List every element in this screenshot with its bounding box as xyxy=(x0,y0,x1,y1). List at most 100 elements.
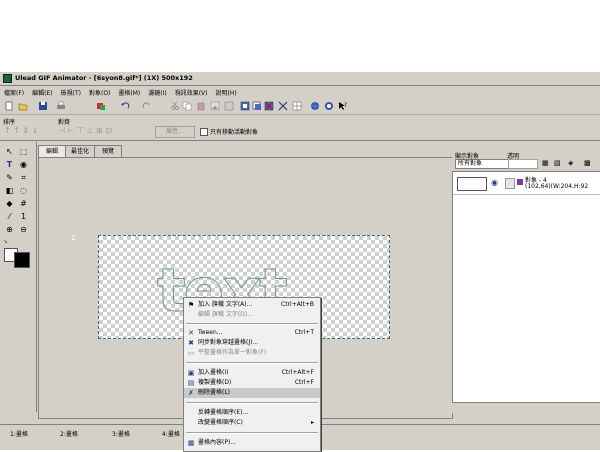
grid-icon[interactable] xyxy=(292,101,302,111)
frame-add-icon[interactable] xyxy=(240,101,250,111)
grid-tool-icon[interactable]: # xyxy=(18,198,29,209)
menu-filter[interactable]: 濾鏡(I) xyxy=(144,86,170,99)
frame-tab-2[interactable]: 2:畫格 xyxy=(60,429,78,439)
swap-colors-icon[interactable]: ↘ xyxy=(3,238,11,245)
eye-tool-icon[interactable]: ◉ xyxy=(18,159,29,170)
tool-panel: ↖ ⬚ T ◉ ✎ ⌗ ◧ ◌ ◆ # ⁄ 1 ⊕ ⊖ ↘ xyxy=(0,142,37,412)
object-list: ◉ 對象 - 4 (102,64)(W:204,H:92 xyxy=(452,171,600,403)
fill-tool-icon[interactable]: ◆ xyxy=(4,198,15,209)
align-label: 對齊 xyxy=(58,119,71,126)
order-buttons[interactable]: ↑ ↑ ↕ ↓ xyxy=(4,126,44,136)
menu-item-frame-properties[interactable]: ▦ 畫格內容(P)... xyxy=(184,438,320,448)
print-icon[interactable] xyxy=(56,101,66,111)
undo-icon[interactable] xyxy=(120,101,130,111)
lasso-tool-icon[interactable]: ◌ xyxy=(18,185,29,196)
context-menu: ⚑ 加入 旗幟 文字(A)... Ctrl+Alt+B 編輯 旗幟 文字(D)..… xyxy=(183,297,321,452)
eraser-tool-icon[interactable]: ◧ xyxy=(4,185,15,196)
menu-file[interactable]: 檔案(F) xyxy=(0,86,28,99)
menu-item-duplicate-frame[interactable]: ▤ 複製畫格(D) Ctrl+F xyxy=(184,378,320,388)
app-icon xyxy=(3,74,12,83)
save-icon[interactable] xyxy=(38,101,48,111)
add-frame-icon: ▣ xyxy=(187,369,195,377)
copy-icon[interactable] xyxy=(182,101,192,111)
frame-tab-1[interactable]: 1:畫格 xyxy=(10,429,28,439)
pointer-tool-icon[interactable]: ↖ xyxy=(4,146,15,157)
zoom-out-icon[interactable]: ⊖ xyxy=(18,224,29,235)
image-icon[interactable] xyxy=(210,101,220,111)
foreground-color-swatch[interactable] xyxy=(14,252,30,268)
menu-item-tween[interactable]: ✕ Tween... Ctrl+T xyxy=(184,328,320,338)
only-move-active-label: 只有移動活動對象 xyxy=(210,129,259,136)
menu-item-flatten-frame[interactable]: ▭ 平整畫格作為單一對象(F) xyxy=(184,348,320,358)
text-tool-icon[interactable]: T xyxy=(4,159,15,170)
open-folder-icon[interactable] xyxy=(18,101,28,111)
menu-separator xyxy=(186,402,318,404)
menu-edit[interactable]: 編輯(E) xyxy=(28,86,56,99)
object-color-marker xyxy=(517,179,523,185)
redo-icon[interactable] xyxy=(142,101,152,111)
delete-frame-icon: ✗ xyxy=(188,389,194,397)
tab-optimize[interactable]: 最佳化 xyxy=(65,145,95,157)
frame-properties-icon: ▦ xyxy=(187,439,195,447)
brush-tool-icon[interactable]: ✎ xyxy=(4,172,15,183)
title-bar: Ulead GIF Animator - [6syon8.gif*] (1X) … xyxy=(0,72,600,86)
panel-icon-2[interactable]: ▧ xyxy=(554,159,562,167)
only-move-active-checkbox[interactable] xyxy=(200,128,208,136)
frame-tab-3[interactable]: 3:畫格 xyxy=(112,429,130,439)
left-marker: 2 xyxy=(71,234,76,242)
tween-icon[interactable] xyxy=(278,101,288,111)
align-buttons[interactable]: ⊣ ⊢ ⊤ ⊥ ⊞ ⊡ xyxy=(58,126,148,136)
menu-item-change-frame-order[interactable]: 改變畫格順序(C) ▸ xyxy=(184,418,320,428)
duplicate-frame-icon: ▤ xyxy=(187,379,195,387)
menu-object[interactable]: 對象(O) xyxy=(85,86,114,99)
panel-icon-1[interactable]: ▦ xyxy=(542,159,550,167)
order-label: 排序 xyxy=(3,119,16,126)
menu-item-add-banner-text[interactable]: ⚑ 加入 旗幟 文字(A)... Ctrl+Alt+B xyxy=(184,300,320,310)
select-tool-icon[interactable]: ⬚ xyxy=(18,146,29,157)
globe-icon[interactable] xyxy=(310,101,320,111)
window-title: Ulead GIF Animator - [6syon8.gif*] (1X) … xyxy=(15,74,193,82)
frame-delete-icon[interactable] xyxy=(264,101,274,111)
submenu-arrow-icon: ▸ xyxy=(310,419,314,426)
menu-item-delete-frame[interactable]: ✗ 刪除畫格(L) xyxy=(184,388,320,398)
cut-icon[interactable] xyxy=(170,101,180,111)
tab-preview[interactable]: 預覽 xyxy=(94,145,122,157)
menu-help[interactable]: 說明(H) xyxy=(212,86,241,99)
new-file-icon[interactable] xyxy=(4,101,14,111)
menu-separator xyxy=(186,432,318,434)
object-thumbnail xyxy=(457,177,487,191)
attribute-toolbar: 排序 對齊 ↑ ↑ ↕ ↓ ⊣ ⊢ ⊤ ⊥ ⊞ ⊡ 屬性... 只有移動活動對象 xyxy=(0,116,600,141)
menu-item-reverse-frame-order[interactable]: 反轉畫格順序(E)... xyxy=(184,408,320,418)
help-pointer-icon[interactable]: ? xyxy=(338,101,348,111)
menu-item-add-frame[interactable]: ▣ 加入畫格(I) Ctrl+Alt+F xyxy=(184,368,320,378)
color-tool-icon[interactable] xyxy=(96,101,106,111)
panel-icon-4[interactable]: ▩ xyxy=(584,159,592,167)
menu-item-sync-objects[interactable]: ✖ 同步對象穿越畫格(J)... xyxy=(184,338,320,348)
sync-icon: ✖ xyxy=(188,339,194,347)
zoom-in-icon[interactable]: ⊕ xyxy=(4,224,15,235)
tween-icon: ✕ xyxy=(188,329,194,337)
menu-separator xyxy=(186,362,318,364)
lock-icon[interactable] xyxy=(505,178,515,189)
crop-tool-icon[interactable]: ⌗ xyxy=(18,172,29,183)
dropper-tool-icon[interactable]: ⁄ xyxy=(4,211,15,222)
opacity-spinner[interactable] xyxy=(508,159,538,169)
menu-frame[interactable]: 畫格(M) xyxy=(114,86,144,99)
flatten-icon: ▭ xyxy=(187,349,195,357)
frame-copy-icon[interactable] xyxy=(252,101,262,111)
object-filter-select[interactable]: 所有對象 xyxy=(455,159,509,169)
eye-icon[interactable]: ◉ xyxy=(491,179,501,187)
menu-item-edit-banner-text[interactable]: 編輯 旗幟 文字(D)... xyxy=(184,310,320,320)
line-tool-icon[interactable]: 1 xyxy=(18,211,29,222)
optimize-icon[interactable] xyxy=(324,101,334,111)
property-button[interactable]: 屬性... xyxy=(155,126,195,138)
menu-view[interactable]: 檢視(T) xyxy=(57,86,85,99)
layer-icon[interactable] xyxy=(224,101,234,111)
menu-video-effects[interactable]: 視訊效果(V) xyxy=(171,86,212,99)
list-item[interactable]: ◉ 對象 - 4 (102,64)(W:204,H:92 xyxy=(453,172,600,195)
panel-icon-3[interactable]: ◈ xyxy=(568,159,576,167)
main-toolbar: ? xyxy=(0,99,600,115)
tab-edit[interactable]: 編輯 xyxy=(38,145,66,157)
paste-icon[interactable] xyxy=(196,101,206,111)
frame-tab-4[interactable]: 4:畫格 xyxy=(162,429,180,439)
